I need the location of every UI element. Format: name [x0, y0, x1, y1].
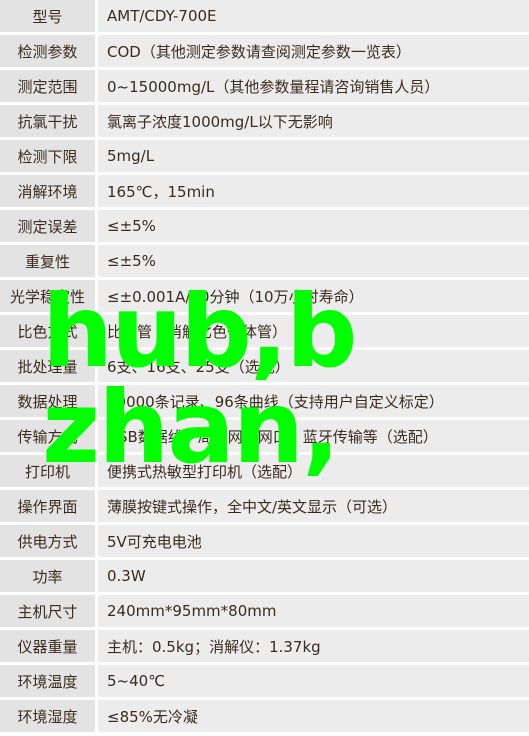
spec-label: 数据处理	[0, 385, 95, 417]
spec-value: AMT/CDY-700E	[98, 0, 529, 32]
table-row: 数据处理 30000条记录、96条曲线（支持用户自定义标定）	[0, 385, 529, 417]
spec-value: 比色管（消解比色一体管）	[98, 315, 529, 347]
spec-value: ≤±5%	[98, 245, 529, 277]
spec-label: 测定范围	[0, 70, 95, 102]
spec-value: 氯离子浓度1000mg/L以下无影响	[98, 105, 529, 137]
spec-value: 240mm*95mm*80mm	[98, 595, 529, 627]
table-row: 功率 0.3W	[0, 560, 529, 592]
table-row: 环境湿度 ≤85%无冷凝	[0, 700, 529, 732]
table-row: 比色方式 比色管（消解比色一体管）	[0, 315, 529, 347]
table-row: 供电方式 5V可充电电池	[0, 525, 529, 557]
spec-label: 主机尺寸	[0, 595, 95, 627]
spec-value: USB数据线、局域网、网口、蓝牙传输等（选配）	[98, 420, 529, 452]
spec-value: COD（其他测定参数请查阅测定参数一览表）	[98, 35, 529, 67]
spec-label: 环境湿度	[0, 700, 95, 732]
table-row: 型号 AMT/CDY-700E	[0, 0, 529, 32]
spec-value: 5V可充电电池	[98, 525, 529, 557]
table-row: 传输方式 USB数据线、局域网、网口、蓝牙传输等（选配）	[0, 420, 529, 452]
table-row: 检测下限 5mg/L	[0, 140, 529, 172]
table-row: 重复性 ≤±5%	[0, 245, 529, 277]
table-row: 检测参数 COD（其他测定参数请查阅测定参数一览表）	[0, 35, 529, 67]
spec-value: 便携式热敏型打印机（选配）	[98, 455, 529, 487]
spec-label: 打印机	[0, 455, 95, 487]
spec-value: 165℃，15min	[98, 175, 529, 207]
spec-value: 薄膜按键式操作，全中文/英文显示（可选）	[98, 490, 529, 522]
spec-label: 环境温度	[0, 665, 95, 697]
spec-value: 主机：0.5kg；消解仪：1.37kg	[98, 630, 529, 662]
spec-label: 型号	[0, 0, 95, 32]
table-row: 仪器重量 主机：0.5kg；消解仪：1.37kg	[0, 630, 529, 662]
table-row: 抗氯干扰 氯离子浓度1000mg/L以下无影响	[0, 105, 529, 137]
table-row: 光学稳定性 ≤±0.001A/20分钟（10万小时寿命）	[0, 280, 529, 312]
spec-label: 抗氯干扰	[0, 105, 95, 137]
table-row: 主机尺寸 240mm*95mm*80mm	[0, 595, 529, 627]
spec-value: 6支、16支、25支（选配）	[98, 350, 529, 382]
spec-value: 5mg/L	[98, 140, 529, 172]
table-row: 打印机 便携式热敏型打印机（选配）	[0, 455, 529, 487]
spec-label: 供电方式	[0, 525, 95, 557]
spec-label: 重复性	[0, 245, 95, 277]
spec-value: 5~40℃	[98, 665, 529, 697]
table-row: 操作界面 薄膜按键式操作，全中文/英文显示（可选）	[0, 490, 529, 522]
table-row: 环境温度 5~40℃	[0, 665, 529, 697]
spec-label: 检测参数	[0, 35, 95, 67]
spec-value: ≤85%无冷凝	[98, 700, 529, 732]
spec-label: 传输方式	[0, 420, 95, 452]
spec-value: 0~15000mg/L（其他参数量程请咨询销售人员）	[98, 70, 529, 102]
spec-value: ≤±0.001A/20分钟（10万小时寿命）	[98, 280, 529, 312]
spec-label: 光学稳定性	[0, 280, 95, 312]
spec-label: 操作界面	[0, 490, 95, 522]
spec-value: 0.3W	[98, 560, 529, 592]
spec-label: 比色方式	[0, 315, 95, 347]
table-row: 消解环境 165℃，15min	[0, 175, 529, 207]
spec-label: 测定误差	[0, 210, 95, 242]
spec-label: 检测下限	[0, 140, 95, 172]
table-row: 批处理量 6支、16支、25支（选配）	[0, 350, 529, 382]
table-row: 测定误差 ≤±5%	[0, 210, 529, 242]
spec-value: ≤±5%	[98, 210, 529, 242]
spec-label: 仪器重量	[0, 630, 95, 662]
spec-value: 30000条记录、96条曲线（支持用户自定义标定）	[98, 385, 529, 417]
spec-label: 批处理量	[0, 350, 95, 382]
table-row: 测定范围 0~15000mg/L（其他参数量程请咨询销售人员）	[0, 70, 529, 102]
spec-table: 型号 AMT/CDY-700E 检测参数 COD（其他测定参数请查阅测定参数一览表）测…	[0, 0, 529, 735]
spec-label: 消解环境	[0, 175, 95, 207]
spec-label: 功率	[0, 560, 95, 592]
